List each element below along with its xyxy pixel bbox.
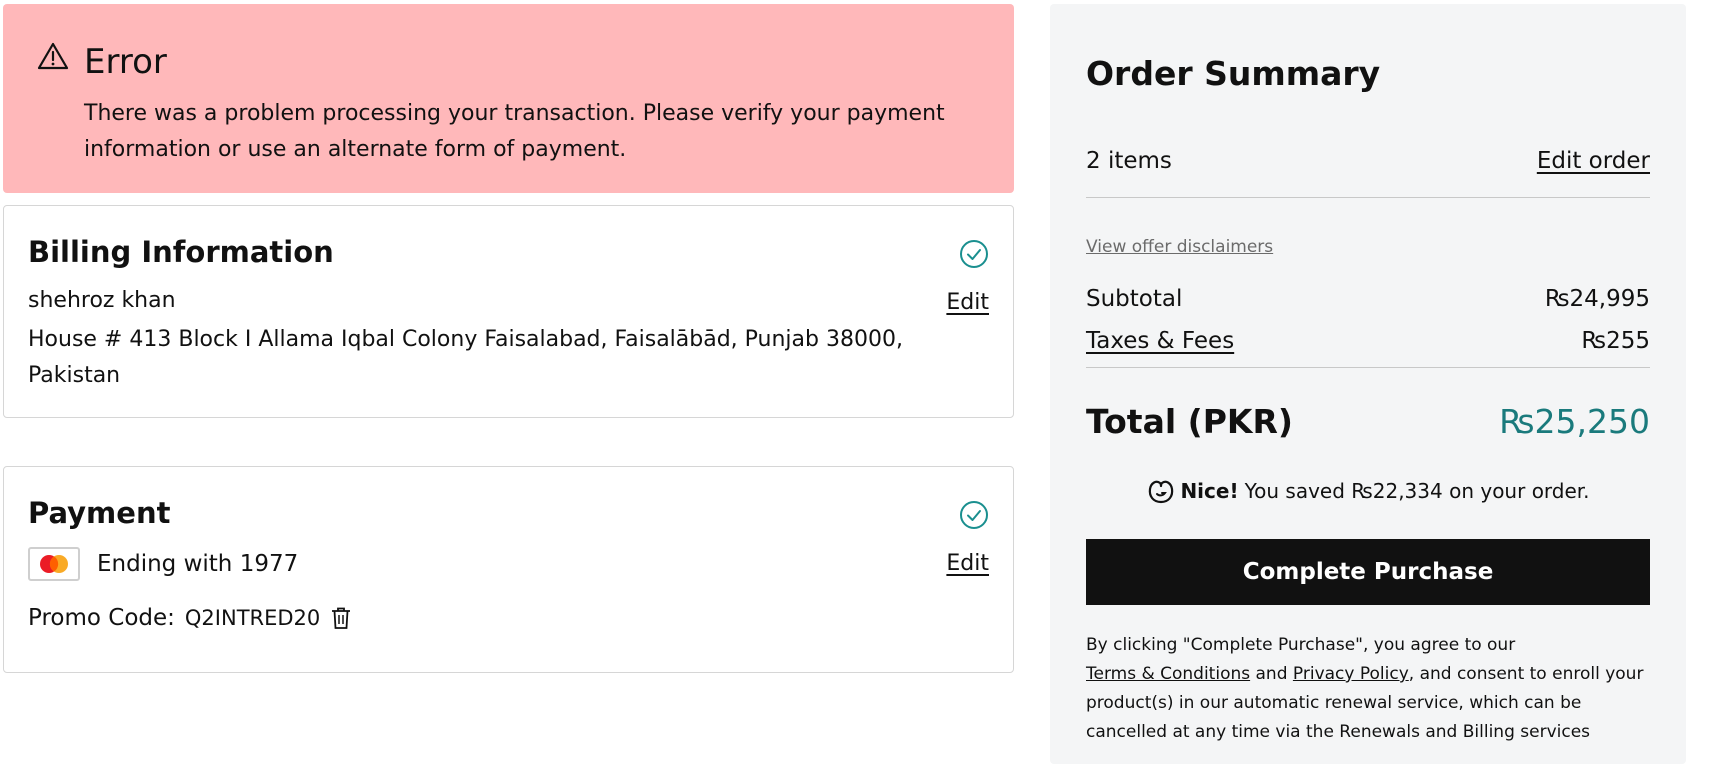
privacy-policy-link[interactable]: Privacy Policy bbox=[1293, 664, 1409, 684]
total-value: ₨25,250 bbox=[1499, 402, 1650, 441]
edit-order-link[interactable]: Edit order bbox=[1537, 146, 1650, 176]
subtotal-value: ₨24,995 bbox=[1544, 286, 1650, 312]
promo-code-row: Promo Code: Q2INTRED20 bbox=[28, 603, 352, 633]
payment-title: Payment bbox=[28, 496, 171, 530]
savings-message: Nice! You saved ₨22,334 on your order. bbox=[1050, 476, 1686, 506]
mastercard-icon bbox=[28, 547, 80, 581]
subtotal-label: Subtotal bbox=[1086, 286, 1183, 312]
error-message: There was a problem processing your tran… bbox=[84, 101, 945, 162]
billing-address: House # 413 Block I Allama Iqbal Colony … bbox=[28, 327, 903, 388]
order-summary-title: Order Summary bbox=[1086, 54, 1381, 93]
taxes-fees-value: ₨255 bbox=[1581, 328, 1650, 354]
payment-card-ending: Ending with 1977 bbox=[97, 551, 299, 577]
error-title: Error bbox=[84, 42, 167, 82]
trash-icon[interactable] bbox=[330, 606, 352, 630]
legal-prefix: By clicking "Complete Purchase", you agr… bbox=[1086, 635, 1516, 655]
billing-title: Billing Information bbox=[28, 235, 334, 269]
order-summary-panel: Order Summary 2 items Edit order View of… bbox=[1050, 4, 1686, 764]
billing-name: shehroz khan bbox=[28, 288, 176, 313]
billing-edit-link[interactable]: Edit bbox=[946, 288, 989, 318]
taxes-fees-link[interactable]: Taxes & Fees bbox=[1086, 326, 1234, 356]
check-circle-icon bbox=[960, 240, 988, 268]
check-circle-icon bbox=[960, 501, 988, 529]
total-label: Total (PKR) bbox=[1086, 402, 1293, 441]
terms-conditions-link[interactable]: Terms & Conditions bbox=[1086, 664, 1250, 684]
promo-code: Q2INTRED20 bbox=[184, 606, 321, 630]
divider bbox=[1086, 367, 1650, 368]
divider bbox=[1086, 197, 1650, 198]
legal-text: By clicking "Complete Purchase", you agr… bbox=[1086, 631, 1650, 747]
error-banner: Error There was a problem processing you… bbox=[3, 4, 1014, 193]
savings-nice: Nice! bbox=[1180, 479, 1239, 503]
offer-disclaimers-link[interactable]: View offer disclaimers bbox=[1086, 235, 1273, 259]
savings-text: You saved ₨22,334 on your order. bbox=[1244, 479, 1590, 503]
promo-label: Promo Code: bbox=[28, 605, 175, 631]
warning-triangle-icon bbox=[37, 42, 69, 70]
complete-purchase-button[interactable]: Complete Purchase bbox=[1086, 539, 1650, 605]
payment-edit-link[interactable]: Edit bbox=[946, 549, 989, 579]
godaddy-logo-icon bbox=[1149, 480, 1174, 504]
payment-card: Payment Edit Ending with 1977 Promo Code… bbox=[3, 466, 1014, 673]
billing-card: Billing Information Edit shehroz khan Ho… bbox=[3, 205, 1014, 418]
items-count: 2 items bbox=[1086, 148, 1172, 174]
legal-and: and bbox=[1255, 664, 1288, 684]
